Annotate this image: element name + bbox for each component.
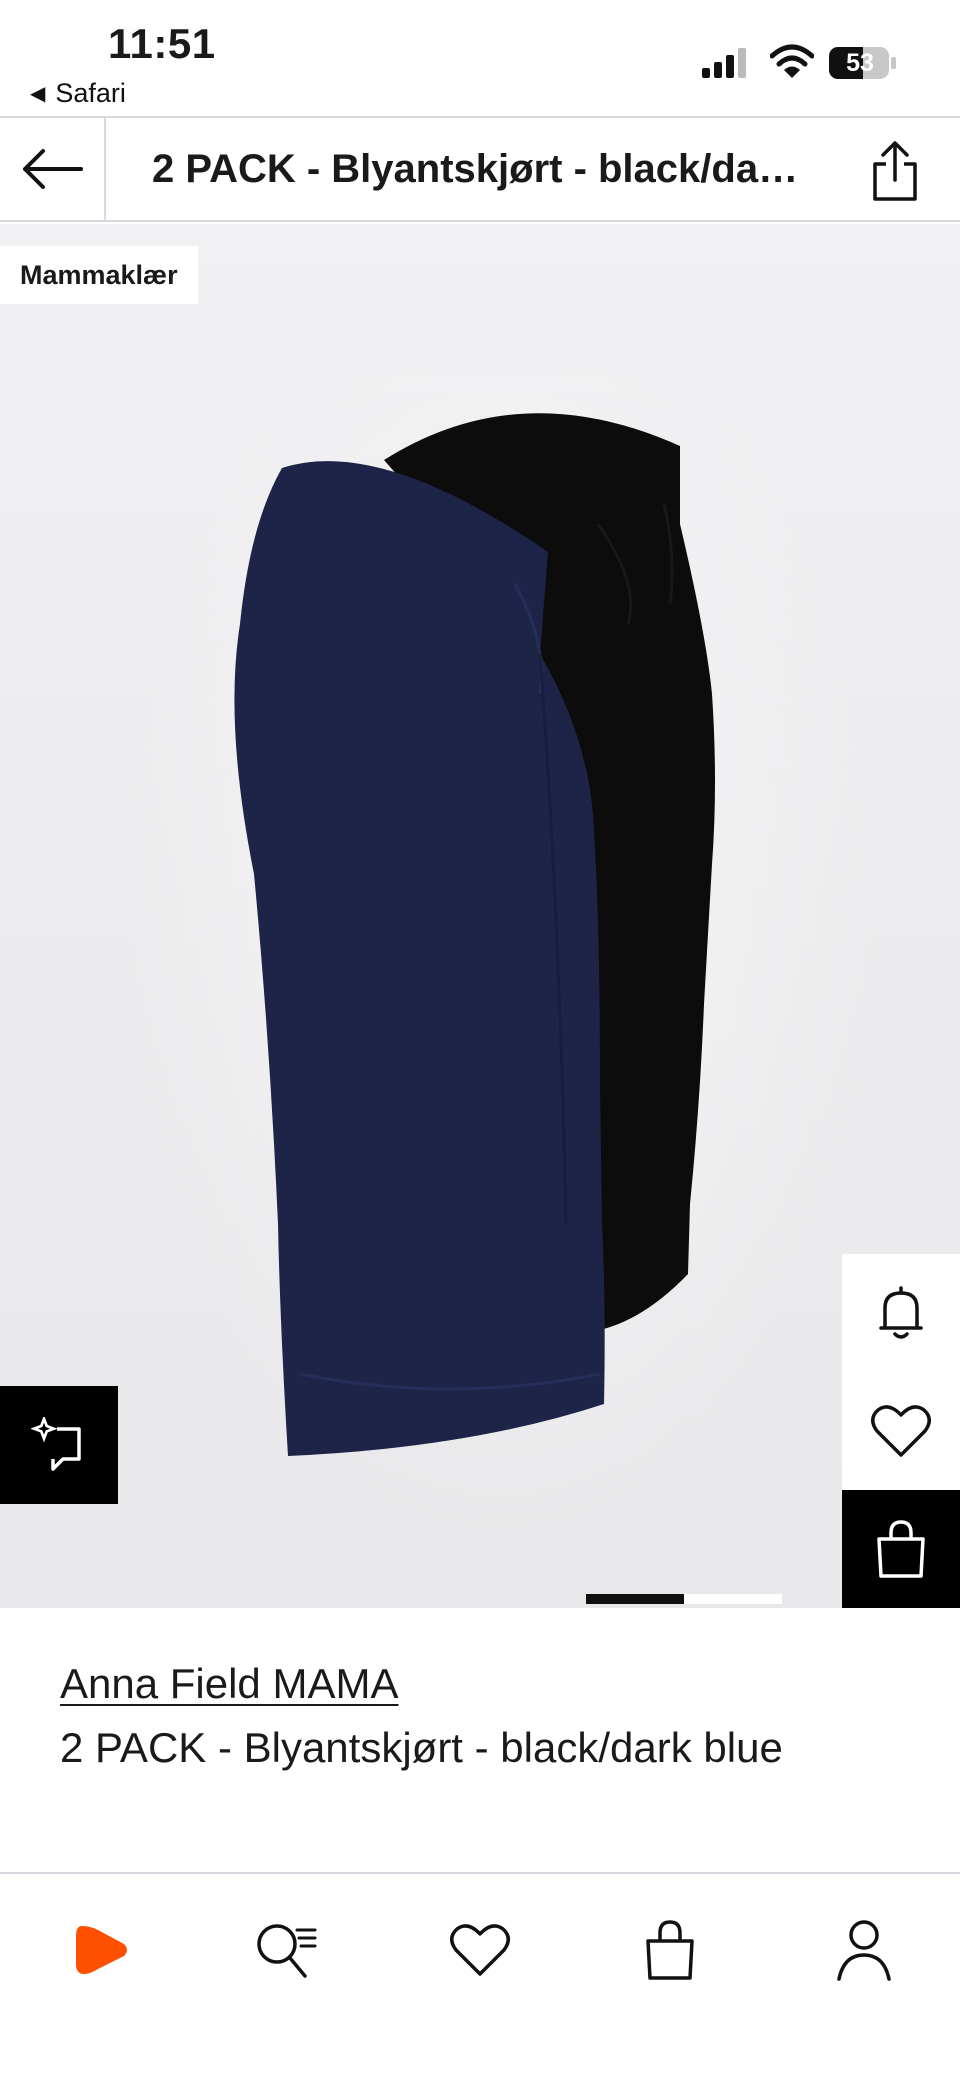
heart-icon	[871, 1405, 931, 1457]
wishlist-button[interactable]	[842, 1372, 960, 1490]
image-pager	[586, 1594, 782, 1604]
tab-home[interactable]	[62, 1910, 142, 1990]
tab-wishlist[interactable]	[440, 1910, 520, 1990]
battery-level: 53	[846, 48, 874, 77]
tab-cart[interactable]	[630, 1910, 710, 1990]
product-image-gallery[interactable]: Mammaklær	[0, 224, 960, 1608]
back-button[interactable]	[0, 118, 106, 220]
wishlist-heart-icon	[450, 1924, 510, 1976]
cart-bag-icon	[646, 1920, 694, 1980]
add-to-cart-button[interactable]	[842, 1490, 960, 1608]
product-info: Anna Field MAMA 2 PACK - Blyantskjørt - …	[60, 1660, 920, 1774]
bottom-tab-bar	[0, 1872, 960, 2080]
profile-icon	[837, 1920, 891, 1981]
brand-link[interactable]: Anna Field MAMA	[60, 1660, 398, 1708]
search-icon	[257, 1924, 317, 1978]
status-time: 11:51	[108, 20, 216, 67]
share-icon	[873, 141, 917, 201]
page-title: 2 PACK - Blyantskjørt - black/dark blue	[152, 147, 812, 191]
zalando-home-icon	[76, 1926, 127, 1974]
back-triangle-icon: ◀	[30, 83, 46, 105]
shopping-bag-icon	[877, 1520, 925, 1578]
sparkle-try-on-icon	[31, 1417, 81, 1471]
bell-icon	[879, 1286, 923, 1339]
wifi-icon	[770, 44, 814, 78]
pager-dot	[684, 1594, 782, 1604]
product-photo	[234, 413, 715, 1457]
side-actions	[842, 1254, 960, 1608]
tab-search[interactable]	[246, 1910, 326, 1990]
status-bar: 11:51 ◀ Safari 53	[0, 0, 960, 116]
signal-icon	[702, 48, 746, 78]
share-button[interactable]	[860, 136, 930, 206]
nav-header: 2 PACK - Blyantskjørt - black/dark blue	[0, 116, 960, 222]
back-to-safari-link[interactable]: ◀ Safari	[30, 78, 126, 109]
back-app-label: Safari	[55, 78, 126, 108]
pager-dot-active	[586, 1594, 684, 1604]
notify-button[interactable]	[842, 1254, 960, 1372]
try-on-button[interactable]	[0, 1386, 118, 1504]
arrow-left-icon	[23, 149, 83, 189]
tab-profile[interactable]	[824, 1910, 904, 1990]
product-name: 2 PACK - Blyantskjørt - black/dark blue	[60, 1724, 783, 1771]
category-badge: Mammaklær	[0, 246, 198, 304]
